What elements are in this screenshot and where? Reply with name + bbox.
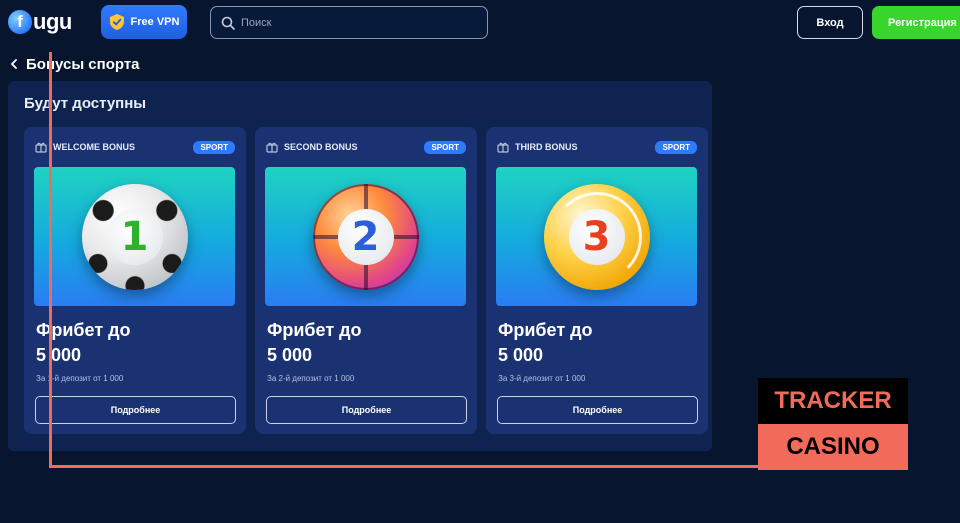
- chevron-left-icon: [10, 59, 17, 69]
- basketball-icon: 2: [312, 183, 419, 290]
- card-title: Фрибет до 5 000: [267, 318, 467, 368]
- card-title-line1: Фрибет до: [498, 320, 593, 340]
- card-name: SECOND BONUS: [284, 142, 358, 152]
- card-subtitle: За 1-й депозит от 1 000: [36, 374, 124, 383]
- card-subtitle: За 3-й депозит от 1 000: [498, 374, 586, 383]
- card-subtitle: За 2-й депозит от 1 000: [267, 374, 355, 383]
- card-title-line2: 5 000: [498, 345, 544, 365]
- card-header: WELCOME BONUS SPORT: [35, 140, 235, 154]
- gift-icon: [35, 142, 47, 153]
- card-title: Фрибет до 5 000: [36, 318, 236, 368]
- bonus-panel: Будут доступны WELCOME BONUS SPORT 1 Фри…: [8, 81, 712, 451]
- volleyball-icon: 3: [543, 183, 650, 290]
- sport-badge: SPORT: [424, 140, 466, 154]
- card-image: 3: [496, 167, 697, 306]
- card-image: 1: [34, 167, 235, 306]
- search-icon: [221, 16, 235, 30]
- card-header: THIRD BONUS SPORT: [497, 140, 697, 154]
- card-name: THIRD BONUS: [515, 142, 578, 152]
- sport-badge: SPORT: [193, 140, 235, 154]
- bonus-card: THIRD BONUS SPORT 3 Фрибет до 5 000 За 3…: [486, 127, 708, 434]
- logo[interactable]: f ugu: [8, 6, 72, 38]
- casino-watermark: CASINO: [758, 424, 908, 470]
- logo-mark: f: [8, 10, 32, 34]
- search-input[interactable]: [241, 16, 471, 29]
- bonus-number: 3: [568, 208, 625, 265]
- bonus-number: 2: [337, 208, 394, 265]
- card-title-line2: 5 000: [36, 345, 82, 365]
- card-title-line1: Фрибет до: [36, 320, 131, 340]
- bonus-card: SECOND BONUS SPORT 2 Фрибет до 5 000 За …: [255, 127, 477, 434]
- section-title: Будут доступны: [24, 95, 147, 112]
- card-title: Фрибет до 5 000: [498, 318, 698, 368]
- register-button[interactable]: Регистрация: [872, 6, 960, 39]
- free-vpn-button[interactable]: Free VPN: [101, 5, 187, 39]
- details-button[interactable]: Подробнее: [35, 396, 236, 424]
- search-box[interactable]: [210, 6, 488, 39]
- card-title-line1: Фрибет до: [267, 320, 362, 340]
- card-title-line2: 5 000: [267, 345, 313, 365]
- logo-text: ugu: [33, 9, 72, 34]
- details-button[interactable]: Подробнее: [497, 396, 698, 424]
- tracker-watermark: TRACKER: [758, 378, 908, 424]
- soccer-ball-icon: 1: [81, 183, 188, 290]
- free-vpn-label: Free VPN: [130, 16, 180, 28]
- shield-icon: [109, 14, 124, 30]
- gift-icon: [497, 142, 509, 153]
- gift-icon: [266, 142, 278, 153]
- details-button[interactable]: Подробнее: [266, 396, 467, 424]
- back-link[interactable]: Бонусы спорта: [10, 55, 140, 73]
- card-image: 2: [265, 167, 466, 306]
- login-button[interactable]: Вход: [797, 6, 863, 39]
- card-name: WELCOME BONUS: [53, 142, 135, 152]
- card-header: SECOND BONUS SPORT: [266, 140, 466, 154]
- sport-badge: SPORT: [655, 140, 697, 154]
- bonus-number: 1: [106, 208, 163, 265]
- page-title: Бонусы спорта: [26, 55, 140, 73]
- bonus-card: WELCOME BONUS SPORT 1 Фрибет до 5 000 За…: [24, 127, 246, 434]
